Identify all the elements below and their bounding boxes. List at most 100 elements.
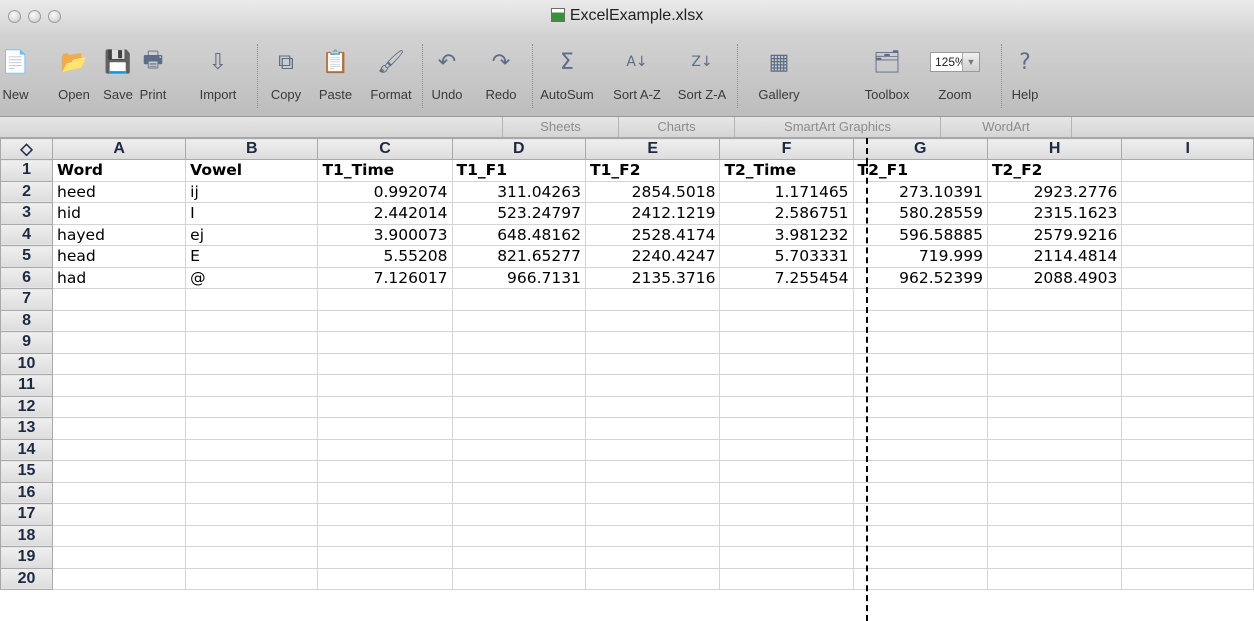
cell-d19[interactable] bbox=[451, 546, 587, 569]
cell-f4[interactable]: 3.981232 bbox=[719, 223, 854, 246]
cell-d12[interactable] bbox=[451, 395, 587, 418]
cell-g11[interactable] bbox=[852, 374, 988, 397]
row-header[interactable]: 15 bbox=[0, 460, 54, 483]
cell-e4[interactable]: 2528.4174 bbox=[585, 223, 721, 246]
cell-g7[interactable] bbox=[852, 288, 988, 311]
column-header-e[interactable]: E bbox=[585, 138, 721, 160]
select-all-corner[interactable]: ◇ bbox=[0, 138, 54, 160]
cell-e3[interactable]: 2412.1219 bbox=[585, 202, 721, 225]
cell-d17[interactable] bbox=[451, 503, 587, 526]
cell-i1[interactable] bbox=[1121, 159, 1254, 182]
cell-e18[interactable] bbox=[585, 524, 721, 547]
cell-f16[interactable] bbox=[719, 481, 854, 504]
cell-h9[interactable] bbox=[986, 331, 1123, 354]
cell-c1[interactable]: T1_Time bbox=[317, 159, 453, 182]
cell-g16[interactable] bbox=[852, 481, 988, 504]
cell-i12[interactable] bbox=[1121, 395, 1254, 418]
cell-d16[interactable] bbox=[451, 481, 587, 504]
cell-e1[interactable]: T1_F2 bbox=[585, 159, 721, 182]
undo-button[interactable]: ↶ Undo bbox=[426, 34, 468, 116]
cell-h3[interactable]: 2315.1623 bbox=[986, 202, 1123, 225]
cell-h17[interactable] bbox=[986, 503, 1123, 526]
row-header[interactable]: 20 bbox=[0, 567, 54, 590]
cell-e9[interactable] bbox=[585, 331, 721, 354]
cell-i3[interactable] bbox=[1121, 202, 1254, 225]
cell-e17[interactable] bbox=[585, 503, 721, 526]
cell-f8[interactable] bbox=[719, 309, 854, 332]
cell-d14[interactable] bbox=[451, 438, 587, 461]
toolbox-button[interactable]: 🗂 Toolbox bbox=[855, 34, 919, 116]
row-header[interactable]: 18 bbox=[0, 524, 54, 547]
print-button[interactable]: 🖶 Print bbox=[136, 34, 170, 116]
cell-b6[interactable]: @ bbox=[185, 266, 319, 289]
cell-d8[interactable] bbox=[451, 309, 587, 332]
cell-b11[interactable] bbox=[185, 374, 319, 397]
cell-a19[interactable] bbox=[52, 546, 187, 569]
cell-b1[interactable]: Vowel bbox=[185, 159, 319, 182]
cell-b12[interactable] bbox=[185, 395, 319, 418]
cell-a7[interactable] bbox=[52, 288, 187, 311]
cell-g8[interactable] bbox=[852, 309, 988, 332]
tab-smartart-graphics[interactable]: SmartArt Graphics bbox=[734, 117, 940, 137]
redo-button[interactable]: ↷ Redo bbox=[476, 34, 526, 116]
cell-b19[interactable] bbox=[185, 546, 319, 569]
cell-b3[interactable]: I bbox=[185, 202, 319, 225]
cell-b18[interactable] bbox=[185, 524, 319, 547]
row-header[interactable]: 17 bbox=[0, 503, 54, 526]
cell-b20[interactable] bbox=[185, 567, 319, 590]
cell-a3[interactable]: hid bbox=[52, 202, 187, 225]
cell-c10[interactable] bbox=[317, 352, 453, 375]
cell-d13[interactable] bbox=[451, 417, 587, 440]
cell-f3[interactable]: 2.586751 bbox=[719, 202, 854, 225]
new-button[interactable]: 📄 New bbox=[0, 34, 31, 116]
cell-i8[interactable] bbox=[1121, 309, 1254, 332]
column-header-f[interactable]: F bbox=[719, 138, 854, 160]
cell-b8[interactable] bbox=[185, 309, 319, 332]
cell-b16[interactable] bbox=[185, 481, 319, 504]
cell-h12[interactable] bbox=[986, 395, 1123, 418]
cell-i10[interactable] bbox=[1121, 352, 1254, 375]
row-header[interactable]: 7 bbox=[0, 288, 54, 311]
cell-h7[interactable] bbox=[986, 288, 1123, 311]
cell-g17[interactable] bbox=[852, 503, 988, 526]
cell-d10[interactable] bbox=[451, 352, 587, 375]
cell-h13[interactable] bbox=[986, 417, 1123, 440]
cell-c12[interactable] bbox=[317, 395, 453, 418]
column-header-g[interactable]: G bbox=[852, 138, 988, 160]
cell-i9[interactable] bbox=[1121, 331, 1254, 354]
cell-b2[interactable]: ij bbox=[185, 180, 319, 203]
cell-f10[interactable] bbox=[719, 352, 854, 375]
cell-f19[interactable] bbox=[719, 546, 854, 569]
gallery-button[interactable]: ▦ Gallery bbox=[745, 34, 813, 116]
cell-f13[interactable] bbox=[719, 417, 854, 440]
cell-h2[interactable]: 2923.2776 bbox=[986, 180, 1123, 203]
cell-a11[interactable] bbox=[52, 374, 187, 397]
cell-b15[interactable] bbox=[185, 460, 319, 483]
column-header-a[interactable]: A bbox=[52, 138, 187, 160]
cell-b14[interactable] bbox=[185, 438, 319, 461]
cell-a2[interactable]: heed bbox=[52, 180, 187, 203]
row-header[interactable]: 10 bbox=[0, 352, 54, 375]
cell-c11[interactable] bbox=[317, 374, 453, 397]
cell-e8[interactable] bbox=[585, 309, 721, 332]
sheet-table[interactable]: ◇ A B C D E F G H I 1 Word Vowel T1_Time T1_… bbox=[0, 138, 1254, 590]
cell-b9[interactable] bbox=[185, 331, 319, 354]
cell-a6[interactable]: had bbox=[52, 266, 187, 289]
column-header-h[interactable]: H bbox=[986, 138, 1123, 160]
cell-e2[interactable]: 2854.5018 bbox=[585, 180, 721, 203]
sort-az-button[interactable]: A↓ Sort A-Z bbox=[604, 34, 670, 116]
cell-g20[interactable] bbox=[852, 567, 988, 590]
cell-f7[interactable] bbox=[719, 288, 854, 311]
import-button[interactable]: ⇩ Import bbox=[193, 34, 243, 116]
cell-g12[interactable] bbox=[852, 395, 988, 418]
cell-e6[interactable]: 2135.3716 bbox=[585, 266, 721, 289]
cell-c19[interactable] bbox=[317, 546, 453, 569]
cell-f2[interactable]: 1.171465 bbox=[719, 180, 854, 203]
sort-za-button[interactable]: Z↓ Sort Z-A bbox=[672, 34, 732, 116]
cell-a4[interactable]: hayed bbox=[52, 223, 187, 246]
row-header[interactable]: 14 bbox=[0, 438, 54, 461]
cell-g6[interactable]: 962.52399 bbox=[852, 266, 988, 289]
cell-d2[interactable]: 311.04263 bbox=[451, 180, 587, 203]
cell-h11[interactable] bbox=[986, 374, 1123, 397]
cell-g5[interactable]: 719.999 bbox=[852, 245, 988, 268]
